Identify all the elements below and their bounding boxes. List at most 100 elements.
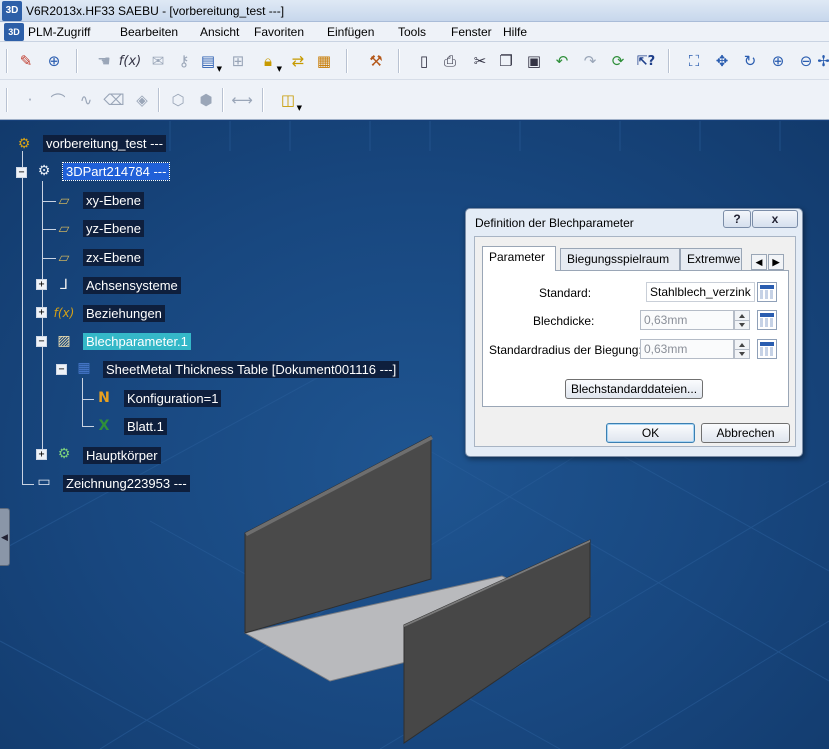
dialog-panel: Parameter Biegungsspielraum Extremwer ◀ … (474, 236, 796, 447)
tab-scroll-right-button[interactable]: ▶ (768, 254, 784, 270)
compass-icon[interactable]: ⊕ (44, 51, 64, 71)
zoom-out-icon[interactable]: ⊖ (796, 51, 816, 71)
dialog-close-button[interactable]: x (752, 210, 798, 228)
pan-icon[interactable]: ✥ (712, 51, 732, 71)
paste-icon[interactable]: ▣ (524, 51, 544, 71)
rotate-icon[interactable]: ↻ (740, 51, 760, 71)
new-file-icon[interactable]: ▯ (414, 51, 434, 71)
tree-axis-systems[interactable]: Achsensysteme (83, 277, 181, 294)
toolbar-separator (6, 88, 8, 112)
tree-icon[interactable]: ⊞ (228, 51, 248, 71)
print-icon[interactable]: ⎙ (440, 51, 460, 71)
thickness-field[interactable]: 0,63mm (640, 310, 734, 330)
dialog-help-button[interactable]: ? (723, 210, 751, 228)
cube-open-icon[interactable]: ⬢ (196, 90, 216, 110)
tree-drawing[interactable]: Zeichnung223953 --- (63, 475, 190, 492)
bend-radius-field[interactable]: 0,63mm (640, 339, 734, 359)
tree-line (82, 378, 83, 426)
spline-icon[interactable]: ∿ (76, 90, 96, 110)
tree-expander-collapse[interactable]: − (16, 167, 27, 178)
formula-fx-icon[interactable]: f(x) (119, 51, 141, 71)
dimension-icon[interactable]: ⟷ (231, 90, 253, 110)
ok-button[interactable]: OK (606, 423, 695, 443)
thickness-spinner[interactable] (734, 310, 750, 330)
tree-plane-zx[interactable]: zx-Ebene (83, 249, 144, 266)
standard-table-icon[interactable] (757, 282, 777, 302)
undo-icon[interactable]: ↶ (552, 51, 572, 71)
menu-plm-zugriff[interactable]: PLM-Zugriff (28, 25, 90, 39)
tree-plane-xy[interactable]: xy-Ebene (83, 192, 144, 209)
toolbar-separator (346, 49, 348, 73)
zoom-in-icon[interactable]: ⊕ (768, 51, 788, 71)
sheetmetal-standards-button[interactable]: Blechstandarddateien... (565, 379, 703, 399)
tree-plane-yz[interactable]: yz-Ebene (83, 220, 144, 237)
tree-main-body[interactable]: Hauptkörper (83, 447, 161, 464)
normal-view-icon[interactable]: ✢ (818, 51, 829, 71)
menu-bearbeiten[interactable]: Bearbeiten (120, 25, 178, 39)
switch-icon[interactable]: ⇄ (288, 51, 308, 71)
tree-expander-expand[interactable]: + (36, 449, 47, 460)
sketch-icon[interactable]: ✎ (16, 51, 36, 71)
tab-biegungsspielraum[interactable]: Biegungsspielraum (560, 248, 680, 270)
tree-root-label[interactable]: vorbereitung_test --- (43, 135, 167, 152)
tab-parameter[interactable]: Parameter (482, 246, 556, 271)
point-icon[interactable]: · (20, 90, 40, 110)
tree-expander-collapse[interactable]: − (56, 364, 67, 375)
tab-extremwerte[interactable]: Extremwer (680, 248, 742, 270)
eraser-icon[interactable]: ⌫ (103, 90, 124, 110)
tree-part-label[interactable]: 3DPart214784 --- (61, 162, 171, 181)
window-title: V6R2013x.HF33 SAEBU - [vorbereitung_test… (26, 3, 285, 18)
thickness-label: Blechdicke: (533, 314, 595, 328)
plane-icon: ▱ (58, 221, 70, 237)
toolbar-separator (76, 49, 78, 73)
redo-icon[interactable]: ↷ (580, 51, 600, 71)
tree-sheetmetal-params[interactable]: Blechparameter.1 (83, 333, 191, 350)
render-style-icon[interactable]: ◫ ▼ (278, 90, 302, 112)
tree-relations[interactable]: Beziehungen (83, 305, 165, 322)
lock-icon[interactable]: 🔒︎ ▼ (258, 51, 282, 73)
pan-hand-icon[interactable]: ☚ (94, 51, 114, 71)
fit-all-icon[interactable]: ⛶ (684, 51, 704, 71)
surface-icon[interactable]: ◈ (132, 90, 152, 110)
menu-einfuegen[interactable]: Einfügen (327, 25, 374, 39)
cut-icon[interactable]: ✂ (470, 51, 490, 71)
menu-hilfe[interactable]: Hilfe (503, 25, 527, 39)
clipboard-icon[interactable]: ▦ (314, 51, 334, 71)
thickness-table-icon[interactable] (757, 310, 777, 330)
whats-this-icon[interactable]: ⇱? (636, 51, 656, 71)
tab-scroll-left-button[interactable]: ◀ (751, 254, 767, 270)
tree-sheet[interactable]: Blatt.1 (124, 418, 167, 435)
menu-ansicht[interactable]: Ansicht (200, 25, 239, 39)
part-icon: ⚙ (37, 163, 51, 179)
tree-expander-expand[interactable]: + (36, 279, 47, 290)
toolbar-separator (6, 49, 8, 73)
body-gear-icon: ⚙ (57, 446, 71, 462)
menu-logo-icon[interactable]: 3D (4, 23, 24, 41)
toolbar-standard: ✎ ⊕ ☚ f(x) ✉ ⚷ ▤ ▼ ⊞ 🔒︎ ▼ ⇄ ▦ ⚒ ▯ ⎙ ✂ ❐ ▣ … (0, 42, 829, 80)
menu-bar: 3D PLM-Zugriff Bearbeiten Ansicht Favori… (0, 22, 829, 42)
tree-configuration[interactable]: Konfiguration=1 (124, 390, 222, 407)
tree-thickness-table[interactable]: SheetMetal Thickness Table [Dokument0011… (103, 361, 400, 378)
cube-icon[interactable]: ⬡ (168, 90, 188, 110)
tree-expander-expand[interactable]: + (36, 307, 47, 318)
measure-icon[interactable]: ⚷ (174, 51, 194, 71)
design-table-icon: ▦ (77, 360, 91, 376)
standard-field[interactable]: Stahlblech_verzink (646, 282, 755, 302)
dialog-title: Definition der Blechparameter (475, 216, 634, 230)
refresh-icon[interactable]: ⟳ (608, 51, 628, 71)
tree-expander-collapse[interactable]: − (36, 336, 47, 347)
sheetmetal-params-dialog: Definition der Blechparameter ? x Parame… (465, 208, 803, 457)
comment-icon[interactable]: ✉ (148, 51, 168, 71)
drawing-icon: ▭ (37, 474, 51, 490)
copy-icon[interactable]: ❐ (496, 51, 516, 71)
menu-fenster[interactable]: Fenster (451, 25, 492, 39)
tool-box-icon[interactable]: ⚒ (366, 51, 386, 71)
bend-radius-spinner[interactable] (734, 339, 750, 359)
menu-tools[interactable]: Tools (398, 25, 426, 39)
bend-radius-table-icon[interactable] (757, 339, 777, 359)
curve-icon[interactable]: ⌒ (48, 90, 68, 110)
window-icon[interactable]: ▤ ▼ (198, 51, 222, 73)
toolbar-separator (158, 88, 160, 112)
cancel-button[interactable]: Abbrechen (701, 423, 790, 443)
menu-favoriten[interactable]: Favoriten (254, 25, 304, 39)
